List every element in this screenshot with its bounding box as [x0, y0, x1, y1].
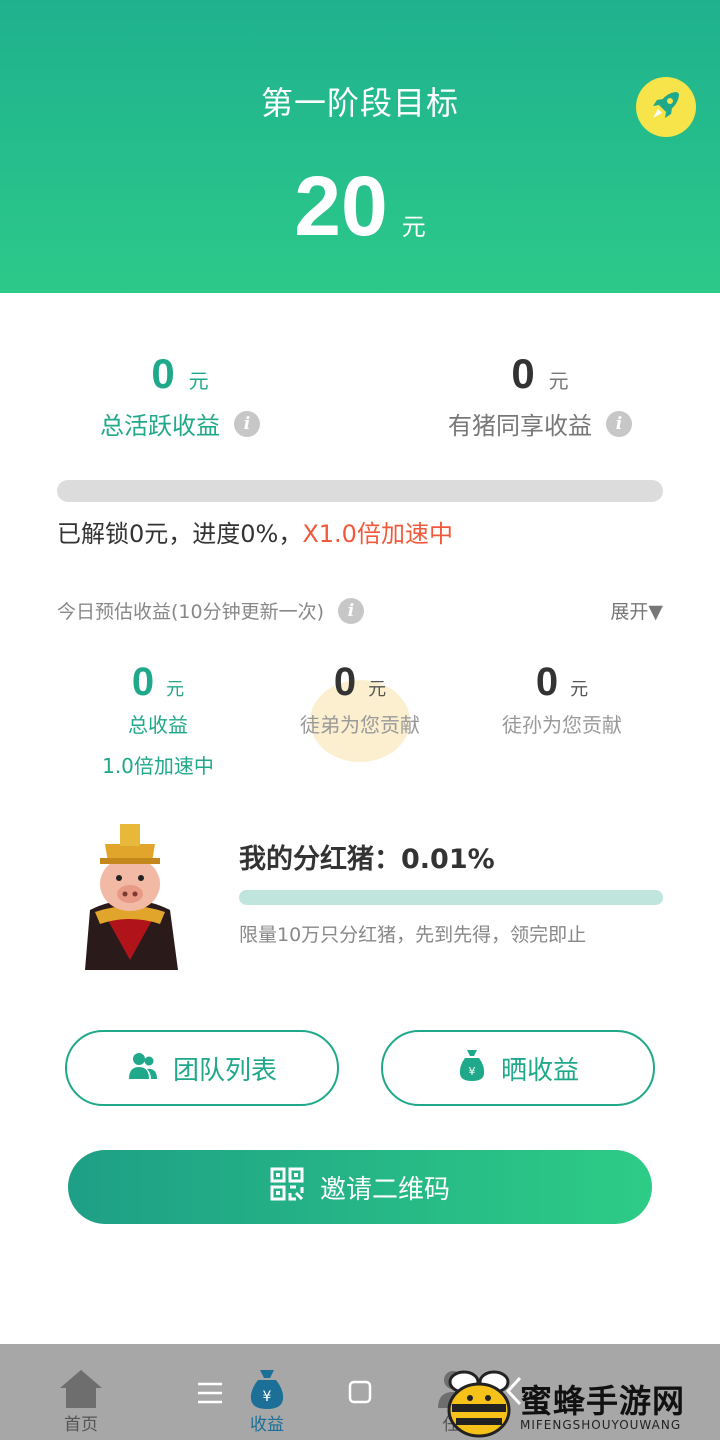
bee-logo-icon [444, 1366, 514, 1440]
invite-qrcode-button[interactable]: 邀请二维码 [68, 1150, 652, 1224]
progress-status: 已解锁0元，进度0%， [57, 520, 303, 548]
invite-qrcode-label: 邀请二维码 [319, 1174, 450, 1205]
today-total-label: 总收益 [128, 713, 188, 737]
today-estimate-header: 今日预估收益(10分钟更新一次) i 展开▼ [57, 597, 663, 627]
unlock-progress-text: 已解锁0元，进度0%，X1.0倍加速中 [57, 514, 453, 549]
dividend-progress-bar [239, 890, 663, 905]
money-bag-icon: ¥ [457, 1048, 487, 1089]
share-earnings-button[interactable]: ¥ 晒收益 [381, 1030, 655, 1106]
active-earnings-value: 0 [151, 350, 175, 397]
info-icon[interactable]: i [606, 410, 632, 437]
home-square-icon[interactable] [348, 1380, 372, 1408]
nav-earnings[interactable]: ¥ 收益 [212, 1344, 322, 1440]
header: 第一阶段目标 20 元 [0, 0, 720, 293]
grand-disciple-label: 徒孙为您贡献 [502, 713, 622, 737]
svg-text:¥: ¥ [263, 1389, 272, 1405]
active-earnings-unit: 元 [188, 369, 209, 393]
grand-disciple-contribution: 0元 徒孙为您贡献 [462, 660, 662, 738]
watermark-logo-text: 蜜蜂手游网 [520, 1382, 686, 1420]
disciple-unit: 元 [368, 679, 387, 700]
info-icon[interactable]: i [234, 410, 260, 437]
target-unit: 元 [401, 213, 426, 241]
target-value: 20 [294, 159, 388, 253]
team-list-button[interactable]: 团队列表 [65, 1030, 339, 1106]
info-icon[interactable]: i [338, 597, 365, 624]
dividend-pig-title: 我的分红猪：0.01% [239, 844, 495, 875]
home-icon [60, 1370, 102, 1408]
today-total-value: 0 [131, 660, 155, 704]
shared-earnings-label: 有猪同享收益 [448, 412, 592, 440]
rocket-button[interactable] [636, 77, 696, 137]
active-earnings-label: 总活跃收益 [100, 412, 220, 440]
nav-home-label: 首页 [64, 1415, 98, 1435]
team-list-label: 团队列表 [172, 1055, 277, 1086]
dividend-note: 限量10万只分红猪，先到先得，领完即止 [239, 924, 587, 946]
disciple-value: 0 [333, 660, 357, 704]
disciple-contribution: 0元 徒弟为您贡献 [260, 660, 460, 738]
team-icon [127, 1049, 159, 1088]
today-estimate-label: 今日预估收益(10分钟更新一次) [57, 601, 325, 623]
today-speed-label: 1.0倍加速中 [102, 754, 214, 778]
dividend-pig-image [70, 820, 190, 970]
stage-goal-title: 第一阶段目标 [260, 84, 459, 122]
share-earnings-label: 晒收益 [500, 1055, 579, 1086]
grand-disciple-unit: 元 [570, 679, 589, 700]
earnings-summary: 0元 总活跃收益 i 0元 有猪同享收益 i [0, 350, 720, 450]
speed-multiplier: X1.0倍加速中 [302, 520, 453, 548]
grand-disciple-value: 0 [535, 660, 559, 704]
unlock-progress-bar [57, 480, 663, 502]
watermark-logo-subtitle: MIFENGSHOUYOUWANG [520, 1418, 682, 1432]
qrcode-icon [270, 1167, 304, 1208]
money-bag-icon: ¥ [250, 1370, 284, 1409]
total-active-earnings: 0元 总活跃收益 i [0, 350, 360, 441]
nav-home[interactable]: 首页 [26, 1344, 136, 1440]
shared-earnings: 0元 有猪同享收益 i [360, 350, 720, 441]
nav-earnings-label: 收益 [250, 1415, 284, 1435]
today-total-earnings: 0元 总收益 1.0倍加速中 [58, 660, 258, 779]
shared-earnings-unit: 元 [548, 369, 569, 393]
expand-button[interactable]: 展开▼ [610, 597, 663, 624]
svg-text:¥: ¥ [468, 1065, 475, 1078]
today-total-unit: 元 [166, 679, 185, 700]
target-amount: 20 元 [0, 158, 720, 255]
rocket-icon [647, 86, 685, 128]
shared-earnings-value: 0 [511, 350, 535, 397]
disciple-label: 徒弟为您贡献 [300, 713, 420, 737]
